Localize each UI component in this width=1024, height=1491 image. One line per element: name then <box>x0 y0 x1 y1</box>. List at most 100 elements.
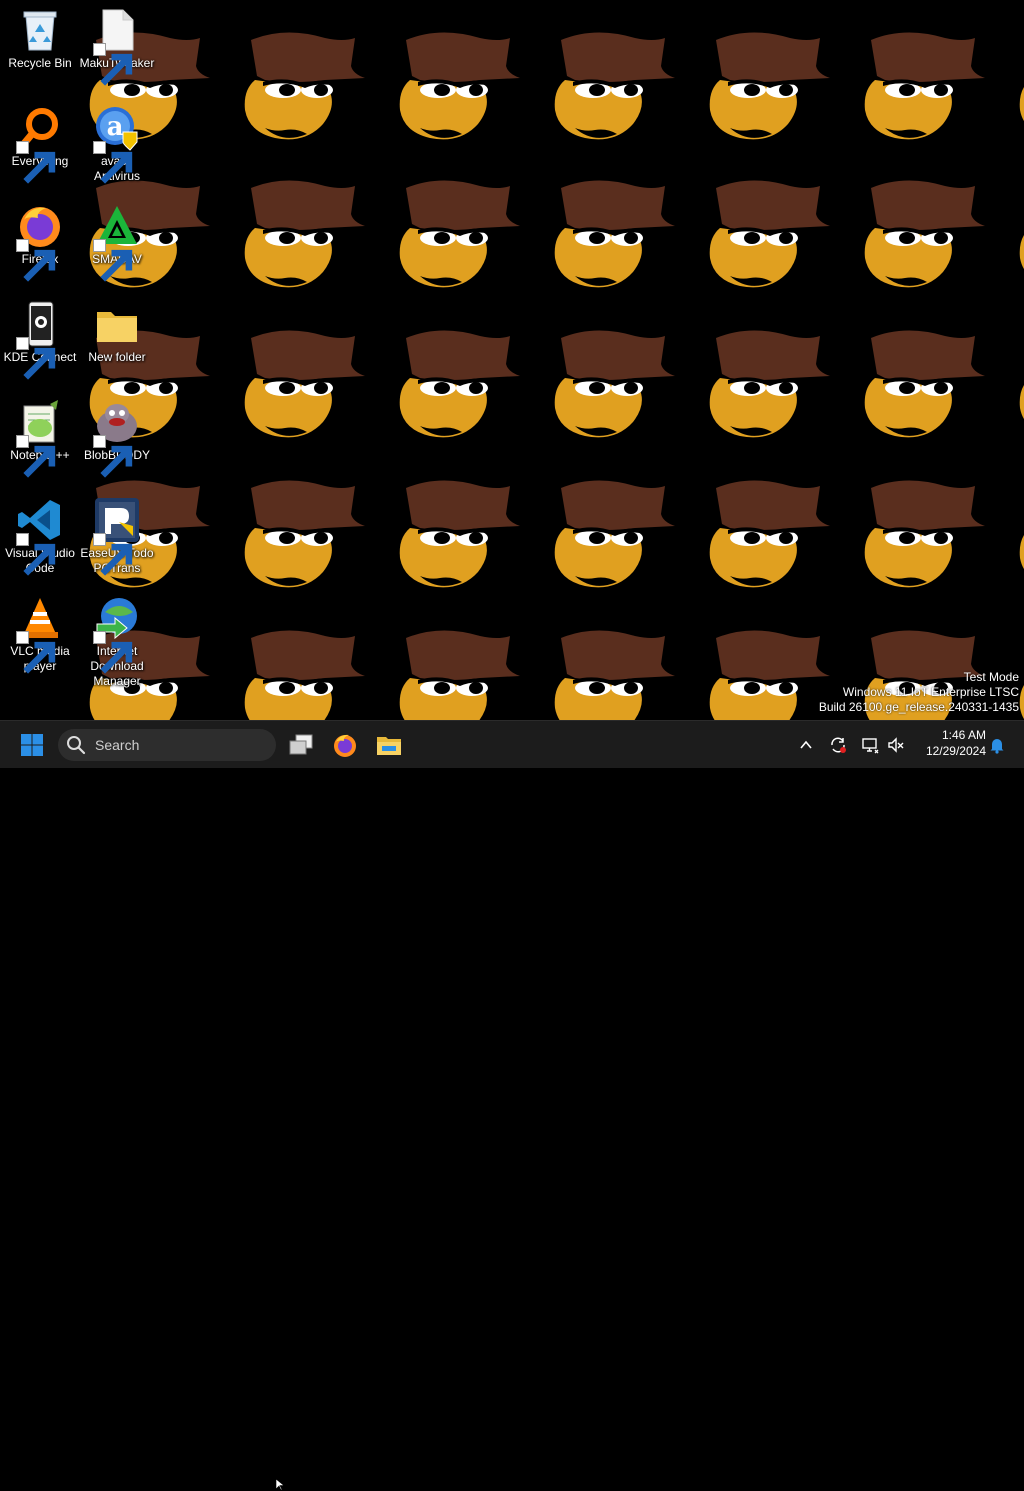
blank-file-icon <box>93 6 141 86</box>
notification-center-button[interactable] <box>985 733 1009 757</box>
wallpaper-character <box>244 630 365 720</box>
wallpaper-character <box>244 330 365 438</box>
desktop-icon-avast[interactable]: a avast! Antivirus <box>77 98 157 194</box>
wallpaper-character <box>554 630 675 720</box>
desktop[interactable]: Recycle Bin MakuTweaker Everything a ava… <box>0 0 1024 720</box>
shortcut-arrow-icon <box>16 337 56 380</box>
file-explorer-icon <box>377 737 401 755</box>
wallpaper-character <box>399 630 520 720</box>
notepad-plus-plus-icon <box>16 398 64 478</box>
test-mode-watermark: Test Mode Windows 11 IoT Enterprise LTSC… <box>819 670 1019 715</box>
desktop-icon-kde-connect[interactable]: KDE Connect <box>0 294 80 390</box>
wallpaper-character <box>244 480 365 588</box>
wallpaper-character <box>864 32 985 140</box>
vscode-icon <box>16 496 64 576</box>
shortcut-arrow-icon <box>93 239 133 282</box>
start-button[interactable] <box>12 725 52 765</box>
taskbar-search-box[interactable]: Search <box>58 729 276 761</box>
taskbar-clock[interactable]: 1:46 AM 12/29/2024 <box>926 727 986 759</box>
avast-icon: a <box>93 104 141 184</box>
wallpaper-character <box>864 480 985 588</box>
firefox-icon <box>334 734 356 757</box>
network-icon <box>862 738 879 754</box>
recycle-bin-icon <box>16 6 64 54</box>
taskbar-firefox-button[interactable] <box>325 725 365 765</box>
shortcut-arrow-icon <box>93 43 133 86</box>
svg-text:a: a <box>107 112 124 142</box>
shortcut-arrow-icon <box>93 435 133 478</box>
desktop-icon-recycle-bin[interactable]: Recycle Bin <box>0 0 80 96</box>
internet-download-manager-icon <box>93 594 141 674</box>
wallpaper-character <box>1019 87 1024 121</box>
desktop-icon-blobbuddy[interactable]: BlobBUDDY <box>77 392 157 488</box>
sync-update-icon <box>831 737 846 753</box>
shortcut-arrow-icon <box>16 631 56 674</box>
wallpaper-character <box>1019 235 1024 269</box>
shortcut-arrow-icon <box>93 533 133 576</box>
folder-icon <box>93 300 141 348</box>
shortcut-arrow-icon <box>93 631 133 674</box>
desktop-icon-everything[interactable]: Everything <box>0 98 80 194</box>
tray-sync-button[interactable] <box>826 733 850 757</box>
watermark-line: Test Mode <box>963 670 1019 684</box>
mouse-cursor-icon <box>276 1479 285 1491</box>
volume-muted-icon <box>888 737 904 753</box>
blobbuddy-icon <box>93 398 141 478</box>
bell-icon <box>990 739 1004 754</box>
desktop-icon-vlc[interactable]: VLC media player <box>0 588 80 684</box>
easeus-todo-pctrans-icon <box>93 496 141 576</box>
wallpaper-character <box>1019 685 1024 719</box>
firefox-icon <box>16 202 64 282</box>
task-view-button[interactable] <box>281 725 321 765</box>
wallpaper-character <box>554 330 675 438</box>
windows-start-icon <box>21 734 43 756</box>
desktop-icon-label: New folder <box>88 350 146 364</box>
wallpaper-character <box>864 330 985 438</box>
desktop-icon-idm[interactable]: Internet Download Manager <box>77 588 157 688</box>
wallpaper-character <box>709 330 830 438</box>
wallpaper-character <box>554 32 675 140</box>
shortcut-arrow-icon <box>16 533 56 576</box>
clock-time: 1:46 AM <box>941 728 986 742</box>
wallpaper-character <box>864 180 985 288</box>
wallpaper-character <box>1019 535 1024 569</box>
desktop-icon-smadav[interactable]: SMADAV <box>77 196 157 292</box>
kde-connect-icon <box>16 300 64 380</box>
taskbar: Search 1:46 AM 12/29/2024 <box>0 720 1024 1491</box>
wallpaper-character <box>709 480 830 588</box>
wallpaper-character <box>399 180 520 288</box>
wallpaper-character <box>554 180 675 288</box>
clock-date: 12/29/2024 <box>925 744 986 758</box>
shortcut-arrow-icon <box>16 435 56 478</box>
chevron-up-icon <box>800 740 812 749</box>
wallpaper-character <box>244 180 365 288</box>
desktop-icon-label: Recycle Bin <box>8 56 72 70</box>
wallpaper-character <box>554 480 675 588</box>
wallpaper-character <box>709 32 830 140</box>
tray-volume-button[interactable] <box>884 733 908 757</box>
shortcut-arrow-icon <box>16 239 56 282</box>
taskbar-file-explorer-button[interactable] <box>369 725 409 765</box>
vlc-icon <box>16 594 64 674</box>
desktop-icon-new-folder[interactable]: New folder <box>77 294 157 390</box>
search-icon <box>67 736 86 755</box>
shortcut-arrow-icon <box>93 141 133 184</box>
tray-network-button[interactable] <box>858 733 882 757</box>
desktop-icon-makutweaker[interactable]: MakuTweaker <box>77 0 157 96</box>
desktop-icon-notepad-plus-plus[interactable]: Notepad++ <box>0 392 80 488</box>
watermark-line: Build 26100.ge_release.240331-1435 <box>818 700 1019 714</box>
show-hidden-icons-button[interactable] <box>794 733 818 757</box>
desktop-icon-vscode[interactable]: Visual Studio Code <box>0 490 80 586</box>
smadav-icon <box>93 202 141 282</box>
wallpaper-character <box>1019 385 1024 419</box>
shortcut-arrow-icon <box>16 141 56 184</box>
wallpaper-character <box>709 180 830 288</box>
desktop-icon-firefox[interactable]: Firefox <box>0 196 80 292</box>
desktop-icon-easeus[interactable]: EaseUS Todo PCTrans <box>77 490 157 586</box>
search-placeholder: Search <box>95 737 140 753</box>
wallpaper-character <box>709 630 830 720</box>
wallpaper-character <box>399 32 520 140</box>
wallpaper-character <box>399 480 520 588</box>
everything-search-icon <box>16 104 64 184</box>
task-view-icon <box>289 734 313 755</box>
